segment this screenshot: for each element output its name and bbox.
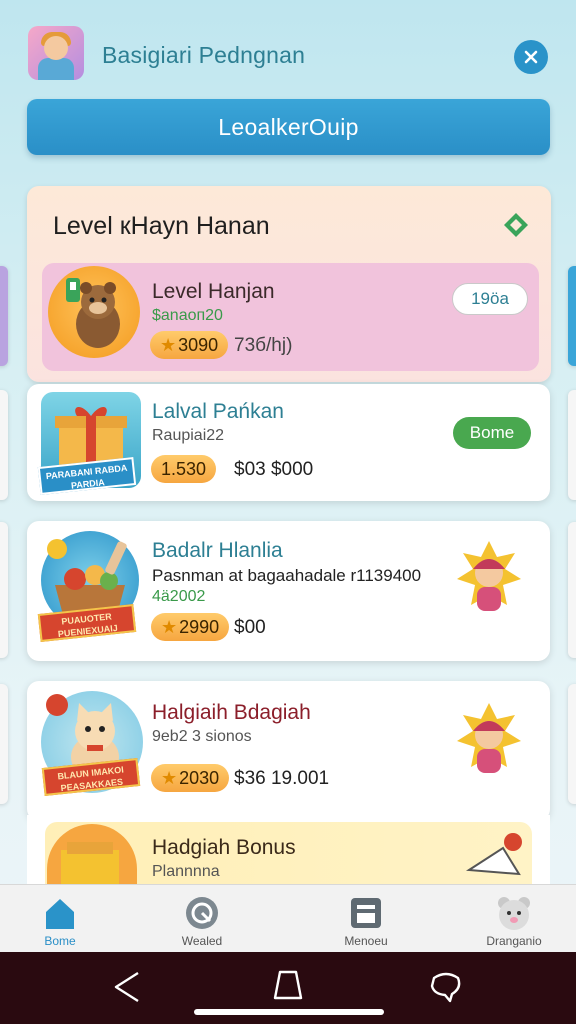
side-card-left bbox=[0, 390, 8, 500]
offer-card[interactable]: PARABANI RABDA PARDIA Lalval Pańkan Raup… bbox=[27, 384, 550, 501]
home-icon bbox=[46, 899, 74, 929]
card-description: Pasnman at bagaahadale r1139400 bbox=[152, 566, 422, 585]
star-icon: ★ bbox=[161, 617, 178, 637]
level-badge-button[interactable]: 19öa bbox=[452, 283, 528, 315]
bonus-thumbnail bbox=[47, 824, 137, 888]
home-button-icon[interactable] bbox=[272, 968, 304, 1002]
price-text: $00 bbox=[234, 617, 266, 638]
app-screen: Basigiari Pedngnan LeoalkerOuip Level кH… bbox=[0, 0, 576, 1024]
book-stack-icon bbox=[61, 842, 119, 888]
nav-label: Dranganio bbox=[486, 934, 542, 948]
doll-character-icon bbox=[451, 701, 527, 785]
nav-item-wealed[interactable]: Wealed bbox=[152, 885, 252, 953]
card-title: Hadgiah Bonus bbox=[152, 836, 296, 859]
points-pill: 1.530 bbox=[151, 455, 217, 483]
back-icon[interactable] bbox=[112, 970, 142, 1004]
star-icon: ★ bbox=[161, 768, 178, 788]
offer-card[interactable]: BLAUN IMAKOI PEASAKKAES Halgiaih Bdagiah… bbox=[27, 681, 550, 821]
points-pill: ★ 3090 bbox=[150, 331, 229, 359]
price-text: $03 $000 bbox=[234, 459, 314, 480]
price-text: 73б/hj) bbox=[234, 335, 293, 356]
close-button[interactable] bbox=[514, 40, 548, 74]
points-pill: ★ 2030 bbox=[151, 764, 230, 792]
nav-item-profile[interactable]: Dranganio bbox=[464, 885, 564, 953]
card-subtitle: 9еb2 3 sionos bbox=[152, 728, 252, 745]
side-card-left bbox=[0, 266, 8, 366]
squirrel-icon bbox=[66, 278, 120, 348]
leaderboard-button[interactable]: LeoalkerOuip bbox=[27, 99, 550, 155]
diamond-icon[interactable] bbox=[501, 210, 531, 240]
price-text: $36 19.001 bbox=[234, 768, 330, 789]
refresh-icon bbox=[186, 897, 218, 929]
card-title: Halgiaih Bdagiah bbox=[152, 701, 311, 724]
card-subtitle: Plannnna bbox=[152, 863, 220, 880]
nav-item-home[interactable]: Bome bbox=[10, 885, 110, 953]
side-card-right bbox=[568, 522, 576, 658]
menu-box-icon bbox=[351, 898, 381, 928]
card-title: Lalval Pańkan bbox=[152, 400, 284, 423]
home-indicator[interactable] bbox=[194, 1009, 384, 1015]
header: Basigiari Pedngnan bbox=[0, 0, 576, 100]
offer-card[interactable]: PUAUOTER PUENIEXUAIJ Badalr Hlanlia Pasn… bbox=[27, 521, 550, 661]
squirrel-thumbnail bbox=[48, 266, 140, 358]
app-title: Basigiari Pedngnan bbox=[102, 42, 306, 68]
side-card-left bbox=[0, 684, 8, 804]
side-card-left bbox=[0, 522, 8, 658]
level-card[interactable]: Level Hanjan $anaoп20 ★ 3090 73б/hj) 19öa bbox=[42, 263, 539, 371]
bonus-card[interactable]: Hadgiah Bonus Plannnna bbox=[45, 822, 532, 888]
section-title: Level кHayn Hanan bbox=[53, 212, 270, 240]
card-subtitle: Raupiai22 bbox=[152, 427, 225, 444]
nav-label: Wealed bbox=[181, 934, 223, 948]
bonus-button[interactable]: Bome bbox=[453, 417, 531, 449]
side-card-right bbox=[568, 390, 576, 500]
card-title: Badalr Hlanlia bbox=[152, 539, 283, 562]
card-subtitle: $anaoп20 bbox=[152, 307, 223, 324]
nav-label: Bome bbox=[44, 934, 76, 948]
card-title: Level Hanjan bbox=[152, 280, 275, 303]
star-icon: ★ bbox=[160, 335, 177, 355]
nav-item-menu[interactable]: Menoeu bbox=[316, 885, 416, 953]
side-card-right bbox=[568, 684, 576, 804]
nav-label: Menoeu bbox=[344, 934, 388, 948]
points-pill: ★ 2990 bbox=[151, 613, 230, 641]
app-avatar-icon[interactable] bbox=[28, 26, 84, 80]
card-subtitle: 4ä2002 bbox=[152, 588, 206, 605]
bonus-bell-icon bbox=[465, 833, 522, 876]
close-icon bbox=[524, 50, 538, 64]
recents-icon[interactable] bbox=[428, 970, 464, 1004]
bottom-navigation: Bome Wealed Menoeu Dranganio bbox=[0, 884, 576, 952]
doll-character-icon bbox=[451, 539, 527, 623]
side-card-right bbox=[568, 266, 576, 366]
bear-avatar-icon bbox=[498, 897, 530, 930]
